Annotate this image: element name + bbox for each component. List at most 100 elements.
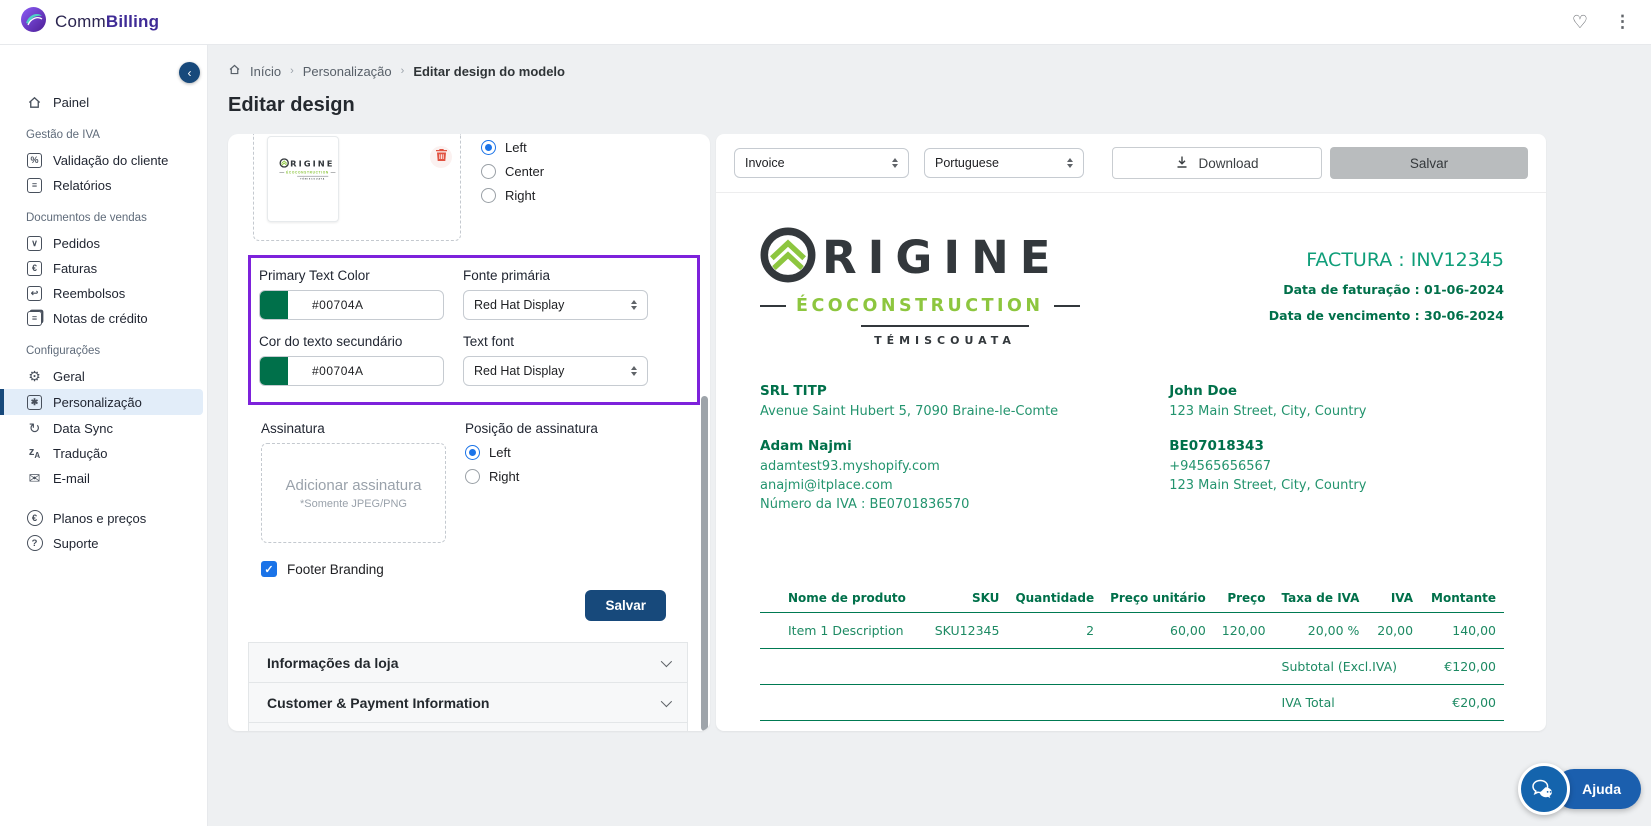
accordion-customer-payment[interactable]: Customer & Payment Information <box>248 682 688 723</box>
col-vat-rate: Taxa de IVA <box>1274 585 1368 613</box>
delete-logo-button[interactable] <box>430 146 452 168</box>
seller-info: SRL TITP Avenue Saint Hubert 5, 7090 Bra… <box>760 383 1169 531</box>
favorite-icon[interactable]: ♡ <box>1572 12 1588 33</box>
sidebar-item-geral[interactable]: ⚙ Geral <box>0 364 207 388</box>
col-unit-price: Preço unitário <box>1102 585 1214 613</box>
refunds-icon: ↩ <box>26 286 43 301</box>
accordion-product-table[interactable]: Product Table <box>248 722 688 731</box>
col-price: Preço <box>1214 585 1274 613</box>
footer-branding-label: Footer Branding <box>287 562 384 577</box>
breadcrumb-home-icon <box>228 63 241 79</box>
sidebar-item-data-sync[interactable]: ↻ Data Sync <box>0 416 207 440</box>
text-font-label: Text font <box>463 334 697 349</box>
logo-align-center-radio[interactable]: Center <box>481 164 544 179</box>
invoice-company-logo: RIGINE ÉCOCONSTRUCTION TÉMISCOUATA <box>760 227 1130 347</box>
uploaded-logo-thumbnail: RIGINE ÉCOCONSTRUCTION TÉMISCOUATA <box>267 136 339 222</box>
invoice-due-date: Data de vencimento : 30-06-2024 <box>1269 308 1504 323</box>
sidebar: ‹ Painel Gestão de IVA % Validação do cl… <box>0 45 208 826</box>
radio-selected-icon <box>481 140 496 155</box>
col-amount: Montante <box>1421 585 1504 613</box>
secondary-color-swatch[interactable] <box>260 356 288 386</box>
text-font-select[interactable]: Red Hat Display <box>463 356 648 386</box>
sidebar-item-faturas[interactable]: € Faturas <box>0 256 207 280</box>
seller-vat: Número da IVA : BE0701836570 <box>760 495 1169 514</box>
chat-bubbles-icon[interactable] <box>1518 763 1570 815</box>
sidebar-item-personalizacao[interactable]: ✱ Personalização <box>0 389 203 415</box>
orders-icon: ∨ <box>26 236 43 251</box>
logo-dash <box>760 305 786 307</box>
main-content: Início › Personalização › Editar design … <box>208 45 1651 826</box>
language-select[interactable]: Portuguese <box>924 148 1084 178</box>
footer-branding-checkbox[interactable]: ✓ <box>261 561 277 577</box>
settings-gear-icon: ⚙ <box>26 369 43 383</box>
help-widget: Ajuda <box>1518 763 1641 815</box>
radio-icon <box>481 188 496 203</box>
logo-align-right-radio[interactable]: Right <box>481 188 544 203</box>
primary-text-color-label: Primary Text Color <box>259 268 449 283</box>
plans-pricing-icon: € <box>26 510 43 526</box>
commbilling-logo-icon <box>20 6 47 38</box>
template-type-select[interactable]: Invoice <box>734 148 909 178</box>
sidebar-item-notas-credito[interactable]: ≡ Notas de crédito <box>0 306 207 330</box>
download-button[interactable]: Download <box>1112 147 1322 179</box>
signature-upload-box[interactable]: Adicionar assinatura *Somente JPEG/PNG <box>261 443 446 543</box>
client-validation-icon: % <box>26 153 43 168</box>
signature-right-radio[interactable]: Right <box>465 469 710 484</box>
buyer-address: 123 Main Street, City, Country <box>1169 402 1504 421</box>
buyer-info: John Doe 123 Main Street, City, Country … <box>1169 383 1504 531</box>
invoice-preview-panel: Invoice Portuguese Download Salvar <box>716 134 1546 731</box>
select-arrows-icon <box>1067 158 1073 169</box>
logo-upload-box[interactable]: RIGINE ÉCOCONSTRUCTION TÉMISCOUATA <box>253 134 461 241</box>
logo-subtitle: ÉCOCONSTRUCTION <box>796 296 1044 316</box>
sidebar-item-email[interactable]: ✉ E-mail <box>0 466 207 490</box>
invoices-icon: € <box>26 261 43 276</box>
col-product-name: Nome de produto <box>760 585 927 613</box>
seller-contact-name: Adam Najmi <box>760 438 1169 454</box>
buyer-address-2: 123 Main Street, City, Country <box>1169 476 1504 495</box>
sidebar-item-reembolsos[interactable]: ↩ Reembolsos <box>0 281 207 305</box>
edit-design-panel: RIGINE ÉCOCONSTRUCTION TÉMISCOUATA <box>228 134 710 731</box>
sidebar-item-planos-precos[interactable]: € Planos e preços <box>0 506 207 530</box>
table-row: Item 1 Description SKU12345 2 60,00 120,… <box>760 613 1504 649</box>
logo-align-left-radio[interactable]: Left <box>481 140 544 155</box>
subtotal-row: Subtotal (Excl.IVA) €120,00 <box>760 649 1504 685</box>
more-menu-icon[interactable]: ⋮ <box>1614 12 1631 32</box>
sidebar-section-gestao-iva: Gestão de IVA <box>0 115 207 147</box>
origine-wordmark: RIGINE <box>822 231 1061 284</box>
editor-accordions: Informações da loja Customer & Payment I… <box>248 642 688 731</box>
trash-icon <box>435 148 448 167</box>
sidebar-item-traducao[interactable]: zA Tradução <box>0 441 207 465</box>
signature-position-group: Left Right <box>465 445 710 484</box>
sidebar-collapse-button[interactable]: ‹ <box>179 62 200 83</box>
sidebar-item-painel[interactable]: Painel <box>0 90 207 114</box>
breadcrumb-personalizacao[interactable]: Personalização <box>303 64 392 79</box>
select-arrows-icon <box>631 366 637 377</box>
primary-text-color-input[interactable]: #00704A <box>259 290 444 320</box>
breadcrumb-separator: › <box>401 65 405 77</box>
radio-selected-icon <box>465 445 480 460</box>
logo-divider-line <box>861 325 1029 327</box>
primary-color-swatch[interactable] <box>260 290 288 320</box>
breadcrumb: Início › Personalização › Editar design … <box>228 63 1651 79</box>
app-logo[interactable]: CommBilling <box>20 6 159 38</box>
highlighted-color-font-section: Primary Text Color #00704A Fonte primári… <box>248 255 700 405</box>
sidebar-item-suporte[interactable]: ? Suporte <box>0 531 207 555</box>
preview-save-button[interactable]: Salvar <box>1330 147 1528 179</box>
seller-website: adamtest93.myshopify.com <box>760 457 1169 476</box>
editor-save-button[interactable]: Salvar <box>585 590 666 621</box>
signature-left-radio[interactable]: Left <box>465 445 710 460</box>
sidebar-item-pedidos[interactable]: ∨ Pedidos <box>0 231 207 255</box>
app-header: CommBilling ♡ ⋮ <box>0 0 1651 45</box>
breadcrumb-separator: › <box>290 65 294 77</box>
editor-scrollbar-thumb[interactable] <box>701 396 708 731</box>
breadcrumb-home[interactable]: Início <box>250 64 281 79</box>
invoice-date: Data de faturação : 01-06-2024 <box>1269 282 1504 297</box>
invoice-line-items-table: Nome de produto SKU Quantidade Preço uni… <box>760 585 1504 731</box>
sidebar-item-relatorios[interactable]: ≡ Relatórios <box>0 173 207 197</box>
primary-font-select[interactable]: Red Hat Display <box>463 290 648 320</box>
sidebar-item-validacao-cliente[interactable]: % Validação do cliente <box>0 148 207 172</box>
sidebar-nav: Painel Gestão de IVA % Validação do clie… <box>0 45 207 555</box>
logo-tagline: TÉMISCOUATA <box>760 334 1130 347</box>
accordion-store-information[interactable]: Informações da loja <box>248 642 688 683</box>
secondary-text-color-input[interactable]: #00704A <box>259 356 444 386</box>
